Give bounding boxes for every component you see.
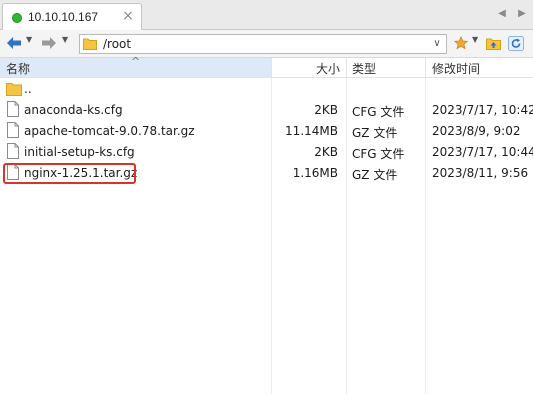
file-size: 11.14MB — [285, 124, 338, 138]
column-divider[interactable] — [425, 58, 426, 77]
column-divider[interactable] — [346, 58, 347, 77]
column-size-header[interactable]: 大小 — [316, 60, 340, 77]
column-type-header[interactable]: 类型 — [352, 60, 376, 77]
file-type: CFG 文件 — [352, 147, 405, 161]
file-type: GZ 文件 — [352, 168, 398, 182]
tab-bar: 10.10.10.167 × ◀ ▶ — [0, 0, 533, 30]
column-header: ^ 名称 大小 类型 修改时间 — [0, 55, 533, 78]
file-name: initial-setup-ks.cfg — [24, 145, 135, 159]
path-text: /root — [103, 37, 132, 51]
tab-session[interactable]: 10.10.10.167 × — [2, 3, 142, 30]
file-type: CFG 文件 — [352, 105, 405, 119]
tab-scroll-right-icon[interactable]: ▶ — [516, 8, 528, 20]
close-icon[interactable]: × — [121, 9, 135, 24]
highlight-box — [3, 163, 136, 184]
file-list: .. anaconda-ks.cfg 2KB CFG 文件 2023/7/17,… — [0, 78, 533, 394]
column-name-header[interactable]: 名称 — [6, 60, 30, 77]
file-size: 1.16MB — [292, 166, 338, 180]
file-icon — [7, 122, 19, 138]
path-input[interactable]: /root ∨ — [79, 34, 447, 54]
column-divider[interactable] — [271, 58, 272, 77]
forward-icon[interactable] — [40, 34, 58, 52]
file-icon — [7, 101, 19, 117]
chevron-down-icon[interactable]: ∨ — [431, 37, 443, 51]
folder-icon — [6, 82, 22, 96]
folder-icon — [83, 37, 97, 50]
forward-history-dropdown-icon[interactable]: ▼ — [62, 35, 68, 44]
column-modified-header[interactable]: 修改时间 — [432, 60, 480, 77]
list-item-parent-directory[interactable]: .. — [0, 79, 533, 100]
bookmark-dropdown-icon[interactable]: ▼ — [472, 35, 478, 44]
tab-scroll-left-icon[interactable]: ◀ — [496, 8, 508, 20]
connection-status-icon — [12, 13, 22, 23]
file-modified: 2023/8/11, 9:56 — [432, 166, 529, 180]
file-size: 2KB — [314, 145, 338, 159]
list-item[interactable]: initial-setup-ks.cfg 2KB CFG 文件 2023/7/1… — [0, 142, 533, 163]
file-modified: 2023/8/9, 9:02 — [432, 124, 521, 138]
file-size: 2KB — [314, 103, 338, 117]
file-name: .. — [24, 82, 32, 96]
back-icon[interactable] — [5, 34, 23, 52]
list-item[interactable]: anaconda-ks.cfg 2KB CFG 文件 2023/7/17, 10… — [0, 100, 533, 121]
file-type: GZ 文件 — [352, 126, 398, 140]
toolbar: ▼ ▼ /root ∨ ▼ — [0, 30, 533, 58]
sort-ascending-icon: ^ — [131, 55, 141, 68]
file-name: anaconda-ks.cfg — [24, 103, 123, 117]
refresh-icon[interactable] — [507, 34, 525, 52]
file-modified: 2023/7/17, 10:42 — [432, 103, 533, 117]
parent-folder-icon[interactable] — [485, 34, 501, 52]
file-icon — [7, 143, 19, 159]
file-modified: 2023/7/17, 10:44 — [432, 145, 533, 159]
list-item[interactable]: apache-tomcat-9.0.78.tar.gz 11.14MB GZ 文… — [0, 121, 533, 142]
tab-title: 10.10.10.167 — [28, 10, 99, 24]
bookmark-star-icon[interactable] — [453, 34, 469, 52]
file-name: apache-tomcat-9.0.78.tar.gz — [24, 124, 195, 138]
back-history-dropdown-icon[interactable]: ▼ — [26, 35, 32, 44]
